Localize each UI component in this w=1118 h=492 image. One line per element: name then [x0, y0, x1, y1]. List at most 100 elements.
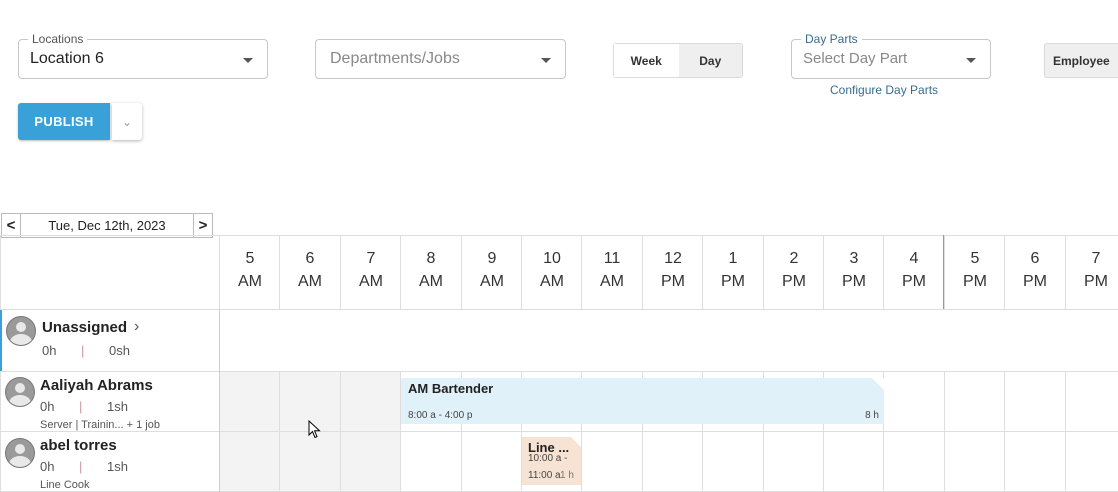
row-accent [0, 310, 2, 371]
hour-header: 6 AM [280, 236, 340, 309]
hour-period: PM [782, 273, 806, 290]
view-toggle: Week Day [613, 43, 743, 78]
hour-period: PM [661, 273, 685, 290]
shift-duration: 1 h [560, 470, 574, 481]
mouse-cursor-icon [308, 420, 321, 439]
hour-number: 4 [909, 250, 919, 267]
day-parts-placeholder: Select Day Part [803, 50, 908, 67]
hour-number: 2 [789, 250, 799, 267]
day-parts-select[interactable]: Day Parts Select Day Part [791, 32, 991, 79]
configure-day-parts-link[interactable]: Configure Day Parts [830, 83, 938, 97]
hour-period: AM [359, 273, 383, 290]
hour-number: 10 [543, 250, 561, 267]
hour-period: AM [298, 273, 322, 290]
hour-divider [1065, 371, 1066, 492]
avatar [5, 438, 35, 468]
separator: | [79, 399, 83, 414]
hour-period: PM [1084, 273, 1108, 290]
hour-number: 5 [245, 250, 255, 267]
shift-duration: 8 h [865, 410, 879, 421]
shift-count: 1sh [107, 399, 128, 414]
hour-number: 6 [1030, 250, 1040, 267]
publish-button[interactable]: PUBLISH [18, 103, 110, 140]
week-toggle-button[interactable]: Week [614, 44, 679, 77]
hour-header: 2 PM [764, 236, 824, 309]
hour-header: 9 AM [462, 236, 522, 309]
avatar [6, 316, 36, 346]
shift-count: 1sh [107, 459, 128, 474]
employee-button[interactable]: Employee [1044, 43, 1118, 78]
shift-time: 8:00 a - 4:00 p [408, 410, 473, 421]
hour-header: 4 PM [884, 236, 944, 309]
chevron-right-icon[interactable]: › [134, 318, 139, 336]
employee-name: abel torres [40, 437, 117, 454]
hour-header: 3 PM [824, 236, 884, 309]
departments-select[interactable]: Departments/Jobs [315, 39, 566, 79]
employee-jobs: Line Cook [40, 479, 90, 491]
shift-corner [872, 378, 884, 390]
separator: | [81, 343, 85, 358]
hour-period: PM [963, 273, 987, 290]
hour-period: AM [540, 273, 564, 290]
shift-count: 0sh [109, 343, 130, 358]
hour-period: PM [721, 273, 745, 290]
hour-number: 12 [664, 250, 682, 267]
hour-header: 5 AM [220, 236, 280, 309]
hour-divider [340, 371, 341, 492]
hour-header: 11 AM [582, 236, 642, 309]
row-divider [0, 309, 1118, 310]
hour-period: AM [600, 273, 624, 290]
location-value: Location 6 [30, 50, 104, 67]
hour-period: PM [1023, 273, 1047, 290]
day-parts-legend: Day Parts [801, 32, 862, 46]
employee-button-label: Employee [1053, 53, 1110, 68]
row-divider [0, 371, 1118, 372]
hour-number: 9 [487, 250, 497, 267]
row-divider [0, 431, 1118, 432]
shift-time-start: 10:00 a - [528, 453, 568, 464]
location-select[interactable]: Locations Location 6 [18, 32, 268, 79]
publish-options-button[interactable]: ⌄ [112, 103, 142, 140]
hour-number: 11 [603, 250, 621, 267]
hour-number: 1 [728, 250, 738, 267]
hour-number: 3 [849, 250, 859, 267]
employee-jobs: Server | Trainin... + 1 job [40, 419, 160, 431]
hour-header: 8 AM [401, 236, 461, 309]
hour-period: AM [238, 273, 262, 290]
chevron-down-icon [966, 58, 976, 63]
hour-period: AM [419, 273, 443, 290]
hour-header: 7 AM [341, 236, 401, 309]
departments-placeholder: Departments/Jobs [330, 50, 460, 67]
employee-name: Unassigned [42, 319, 128, 336]
hour-number: 7 [1091, 250, 1101, 267]
day-toggle-button[interactable]: Day [678, 44, 742, 77]
shift-am-bartender[interactable]: AM Bartender 8:00 a - 4:00 p 8 h [401, 378, 884, 424]
hour-divider [1004, 371, 1005, 492]
hour-header: 6 PM [1005, 236, 1065, 309]
shift-corner [571, 437, 581, 447]
shift-title: AM Bartender [408, 381, 494, 396]
hour-number: 7 [366, 250, 376, 267]
chevron-down-icon [541, 58, 551, 63]
avatar [5, 377, 35, 407]
hour-number: 6 [305, 250, 315, 267]
hour-header: 12 PM [643, 236, 703, 309]
hour-divider [944, 371, 945, 492]
previous-day-button[interactable]: < [2, 214, 21, 237]
hour-number: 5 [970, 250, 980, 267]
employee-name: Aaliyah Abrams [40, 377, 153, 394]
hour-divider [279, 371, 280, 492]
hour-period: PM [842, 273, 866, 290]
chevron-down-icon: ⌄ [121, 114, 133, 129]
hour-header: 10 AM [522, 236, 582, 309]
shift-line-cook[interactable]: Line ... 10:00 a - 11:00 a 1 h [522, 437, 581, 485]
separator: | [79, 459, 83, 474]
hours-total: 0h [40, 459, 55, 474]
hour-period: PM [902, 273, 926, 290]
next-day-button[interactable]: > [193, 214, 212, 237]
chevron-down-icon [243, 58, 253, 63]
hour-header: 1 PM [703, 236, 763, 309]
current-date[interactable]: Tue, Dec 12th, 2023 [21, 214, 193, 237]
current-period-divider [943, 235, 944, 309]
hour-number: 8 [426, 250, 436, 267]
